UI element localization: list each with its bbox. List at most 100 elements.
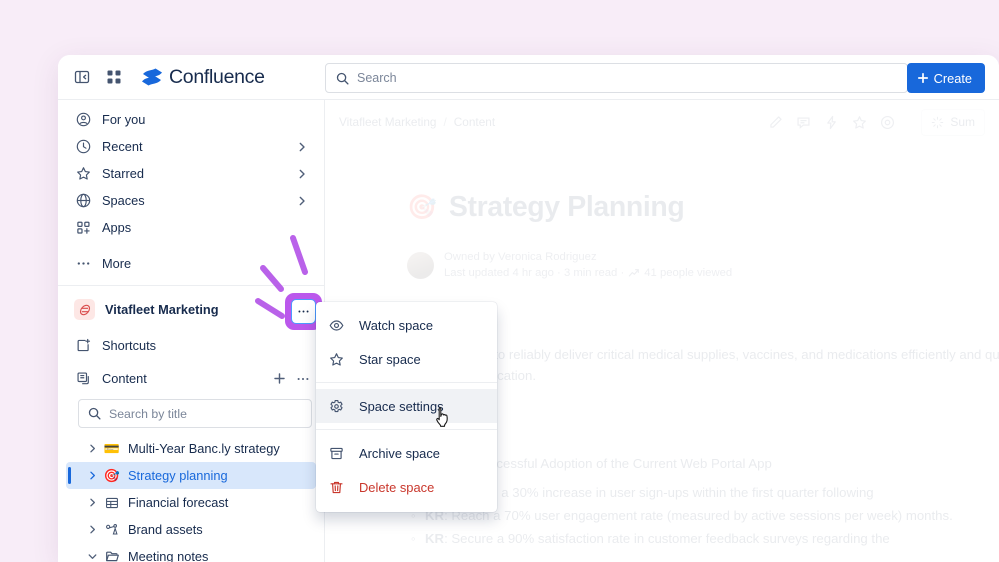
plus-icon xyxy=(917,72,929,84)
confluence-mark-icon xyxy=(141,67,163,87)
tree-search-input[interactable] xyxy=(109,407,302,421)
tree-item-meeting-notes[interactable]: Meeting notes xyxy=(66,543,316,562)
objective-text: : Successful Adoption of the Current Web… xyxy=(466,456,771,471)
page-tree: 💳 Multi-Year Banc.ly strategy 🎯 Strategy… xyxy=(58,435,324,562)
eye-icon xyxy=(328,317,345,334)
chevron-right-icon[interactable] xyxy=(296,141,308,153)
menu-item-label: Watch space xyxy=(359,318,433,333)
apps-grid-plus-icon xyxy=(74,219,92,237)
tree-item-brand-assets[interactable]: Brand assets xyxy=(66,516,316,543)
chevron-right-icon[interactable] xyxy=(84,524,100,535)
owner-line: Owned by Veronica Rodriguez xyxy=(444,249,732,265)
search-icon xyxy=(336,72,349,85)
brand-name: Confluence xyxy=(169,66,265,89)
chevron-right-icon[interactable] xyxy=(296,195,308,207)
tree-item-label: Financial forecast xyxy=(128,495,228,510)
list-item: KR: Secure a 90% satisfaction rate in cu… xyxy=(425,528,999,549)
menu-item-delete-space[interactable]: Delete space xyxy=(316,470,497,504)
search-icon xyxy=(88,407,101,420)
chevron-down-icon[interactable] xyxy=(84,551,100,562)
sidebar-item-content[interactable]: Content xyxy=(66,365,316,392)
menu-item-watch-space[interactable]: Watch space xyxy=(316,308,497,342)
sidebar-toggle-icon[interactable] xyxy=(69,64,95,90)
menu-item-archive-space[interactable]: Archive space xyxy=(316,436,497,470)
sidebar-item-label: Recent xyxy=(102,139,143,154)
trend-up-icon xyxy=(628,267,640,279)
table-icon xyxy=(102,496,122,510)
sidebar-item-more[interactable]: More xyxy=(66,250,316,277)
page-byline: Owned by Veronica Rodriguez Last updated… xyxy=(407,249,999,281)
sidebar-space-header[interactable]: Vitafleet Marketing xyxy=(66,293,316,326)
kr-text: : Achieve a 30% increase in user sign-up… xyxy=(444,485,874,500)
tree-item-multi-year-bancly-strategy[interactable]: 💳 Multi-Year Banc.ly strategy xyxy=(66,435,316,462)
more-horizontal-icon xyxy=(74,255,92,273)
star-icon xyxy=(328,351,345,368)
create-button[interactable]: Create xyxy=(907,63,985,93)
chevron-right-icon[interactable] xyxy=(84,470,100,481)
star-icon[interactable] xyxy=(852,115,867,130)
tree-item-label: Multi-Year Banc.ly strategy xyxy=(128,441,280,456)
sidebar-item-spaces[interactable]: Spaces xyxy=(66,187,316,214)
sidebar-item-label: More xyxy=(102,256,131,271)
tree-item-label: Strategy planning xyxy=(128,468,228,483)
sidebar-divider xyxy=(58,285,324,286)
clock-icon xyxy=(74,138,92,156)
gear-icon xyxy=(328,398,345,415)
mouse-cursor xyxy=(434,407,454,431)
tree-item-label: Brand assets xyxy=(128,522,203,537)
page-emoji-icon[interactable]: 🎯 xyxy=(407,193,437,222)
breadcrumb-separator: / xyxy=(444,115,447,129)
global-search-bar[interactable] xyxy=(325,63,908,93)
content-more-icon[interactable] xyxy=(296,372,310,386)
confluence-logo[interactable]: Confluence xyxy=(141,66,265,89)
kr-text: : Secure a 90% satisfaction rate in cust… xyxy=(444,531,890,546)
menu-item-star-space[interactable]: Star space xyxy=(316,342,497,376)
chevron-right-icon[interactable] xyxy=(296,168,308,180)
automation-icon[interactable] xyxy=(824,115,839,130)
sidebar-item-for-you[interactable]: For you xyxy=(66,106,316,133)
kr-label: KR xyxy=(425,531,444,546)
list-item: KR: Reach a 70% user engagement rate (me… xyxy=(425,505,999,526)
kr-text: : Reach a 70% user engagement rate (meas… xyxy=(444,508,953,523)
star-icon xyxy=(74,165,92,183)
shortcut-add-icon xyxy=(74,337,92,355)
add-content-icon[interactable] xyxy=(273,372,286,385)
sidebar-item-label: For you xyxy=(102,112,145,127)
sidebar-item-apps[interactable]: Apps xyxy=(66,214,316,241)
chevron-right-icon[interactable] xyxy=(84,443,100,454)
meta-line: Last updated 4 hr ago · 3 min read · xyxy=(444,265,624,281)
folder-icon xyxy=(102,549,122,562)
menu-item-space-settings[interactable]: Space settings xyxy=(316,389,497,423)
breadcrumb-bar: Vitafleet Marketing / Content xyxy=(325,100,999,144)
globe-icon xyxy=(74,192,92,210)
breadcrumb-section[interactable]: Content xyxy=(454,115,495,129)
search-input[interactable] xyxy=(357,71,897,85)
archive-icon xyxy=(328,445,345,462)
summarize-button[interactable]: Sum xyxy=(921,109,985,136)
edit-icon[interactable] xyxy=(768,115,783,130)
sidebar-item-label: Spaces xyxy=(102,193,145,208)
app-switcher-icon[interactable] xyxy=(101,64,127,90)
chevron-right-icon[interactable] xyxy=(84,497,100,508)
diagram-icon xyxy=(102,523,122,537)
sidebar-item-shortcuts[interactable]: Shortcuts xyxy=(66,332,316,359)
content-label: Content xyxy=(102,371,147,386)
tree-item-financial-forecast[interactable]: Financial forecast xyxy=(66,489,316,516)
avatar[interactable] xyxy=(407,252,434,279)
comment-icon[interactable] xyxy=(796,115,811,130)
list-item: KR: Achieve a 30% increase in user sign-… xyxy=(425,482,999,503)
shortcuts-label: Shortcuts xyxy=(102,338,156,353)
space-more-button[interactable] xyxy=(291,299,316,324)
sidebar-item-label: Starred xyxy=(102,166,144,181)
tree-item-strategy-planning[interactable]: 🎯 Strategy planning xyxy=(66,462,316,489)
target-emoji-icon: 🎯 xyxy=(102,468,122,484)
menu-item-label: Delete space xyxy=(359,480,434,495)
more-horizontal-icon xyxy=(297,305,310,318)
watch-icon[interactable] xyxy=(880,115,895,130)
breadcrumb-space[interactable]: Vitafleet Marketing xyxy=(339,115,437,129)
confluence-window: Confluence Create xyxy=(58,55,999,562)
tree-search-box[interactable] xyxy=(78,399,312,428)
sidebar-item-recent[interactable]: Recent xyxy=(66,133,316,160)
sidebar-item-starred[interactable]: Starred xyxy=(66,160,316,187)
content-pages-icon xyxy=(74,370,92,388)
